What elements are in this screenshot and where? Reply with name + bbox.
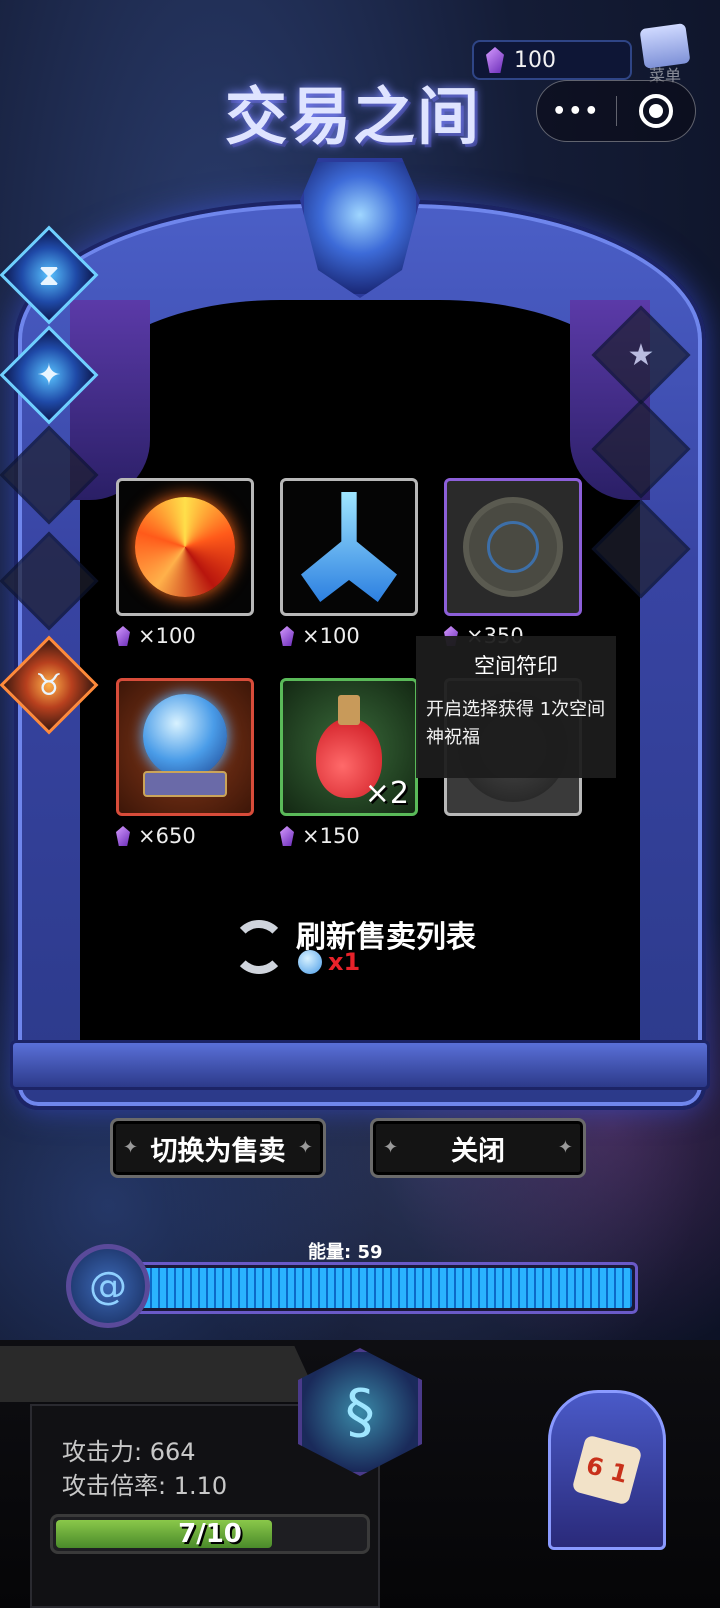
item-tooltip: 空间符印 开启选择获得 1次空间神祝福 xyxy=(416,636,616,778)
frame-base xyxy=(10,1040,710,1090)
switch-to-sell-button[interactable]: 切换为售卖 xyxy=(110,1118,326,1178)
crystal-icon: ✦ xyxy=(36,357,62,393)
price-value: ×650 xyxy=(138,824,196,848)
energy-fill xyxy=(136,1268,632,1308)
hud-top-bar xyxy=(0,1346,320,1402)
dice-icon: 6 1 xyxy=(571,1434,643,1506)
target-icon xyxy=(638,94,673,128)
shop-item-fire-orb[interactable] xyxy=(116,478,254,616)
gem-icon xyxy=(116,826,130,846)
gem-icon xyxy=(116,626,130,646)
energy-label: 能量: 59 xyxy=(308,1242,383,1263)
item-price: ×100 xyxy=(280,624,360,648)
shop-item-space-rune[interactable] xyxy=(444,478,582,616)
stack-count: ×2 xyxy=(364,776,409,811)
tooltip-description: 开启选择获得 1次空间神祝福 xyxy=(426,699,606,748)
ice-crystal-icon xyxy=(301,492,397,602)
currency-value: 100 xyxy=(514,47,556,73)
item-price: ×650 xyxy=(116,824,196,848)
shop-item-crystal-ball[interactable] xyxy=(116,678,254,816)
tooltip-title: 空间符印 xyxy=(474,654,558,678)
orb-stand xyxy=(143,770,227,797)
mini-program-capsule: ••• xyxy=(536,80,696,142)
scroll-icon xyxy=(639,22,691,70)
hourglass-icon: ⧗ xyxy=(38,257,60,293)
price-value: ×100 xyxy=(302,624,360,648)
rune-icon xyxy=(463,497,563,597)
item-price: ×150 xyxy=(280,824,360,848)
menu-button[interactable]: 菜单 xyxy=(636,22,694,88)
bull-icon: ♉ xyxy=(35,667,63,703)
refresh-cost: x1 xyxy=(298,948,360,976)
gem-icon xyxy=(280,826,294,846)
hp-value: 7/10 xyxy=(178,1519,242,1549)
price-value: ×150 xyxy=(302,824,360,848)
orb-icon xyxy=(298,950,322,974)
currency-display: 100 xyxy=(472,40,632,80)
item-price: ×100 xyxy=(116,624,196,648)
spiral-icon: @ xyxy=(66,1244,150,1328)
refresh-cost-value: x1 xyxy=(328,948,361,976)
potion-cork xyxy=(338,695,360,726)
shop-item-ice-crystal[interactable] xyxy=(280,478,418,616)
refresh-button[interactable]: 刷新售卖列表 x1 xyxy=(232,912,492,982)
price-value: ×100 xyxy=(138,624,196,648)
energy-bar xyxy=(130,1262,638,1314)
star-icon: ★ xyxy=(627,337,655,373)
fire-orb-icon xyxy=(135,497,235,597)
dice-button[interactable]: 6 1 xyxy=(548,1390,666,1550)
shop-item-red-potion[interactable]: ×2 xyxy=(280,678,418,816)
crystal-ball-icon xyxy=(143,694,227,779)
attack-stat: 攻击力: 664 xyxy=(62,1438,196,1466)
more-button[interactable]: ••• xyxy=(537,99,616,124)
gem-icon xyxy=(486,47,504,73)
close-miniprogram-button[interactable] xyxy=(617,94,696,128)
gem-icon xyxy=(280,626,294,646)
multiplier-stat: 攻击倍率: 1.10 xyxy=(62,1472,228,1500)
close-button[interactable]: 关闭 xyxy=(370,1118,586,1178)
page-title: 交易之间 xyxy=(225,80,482,153)
refresh-icon xyxy=(232,920,286,974)
